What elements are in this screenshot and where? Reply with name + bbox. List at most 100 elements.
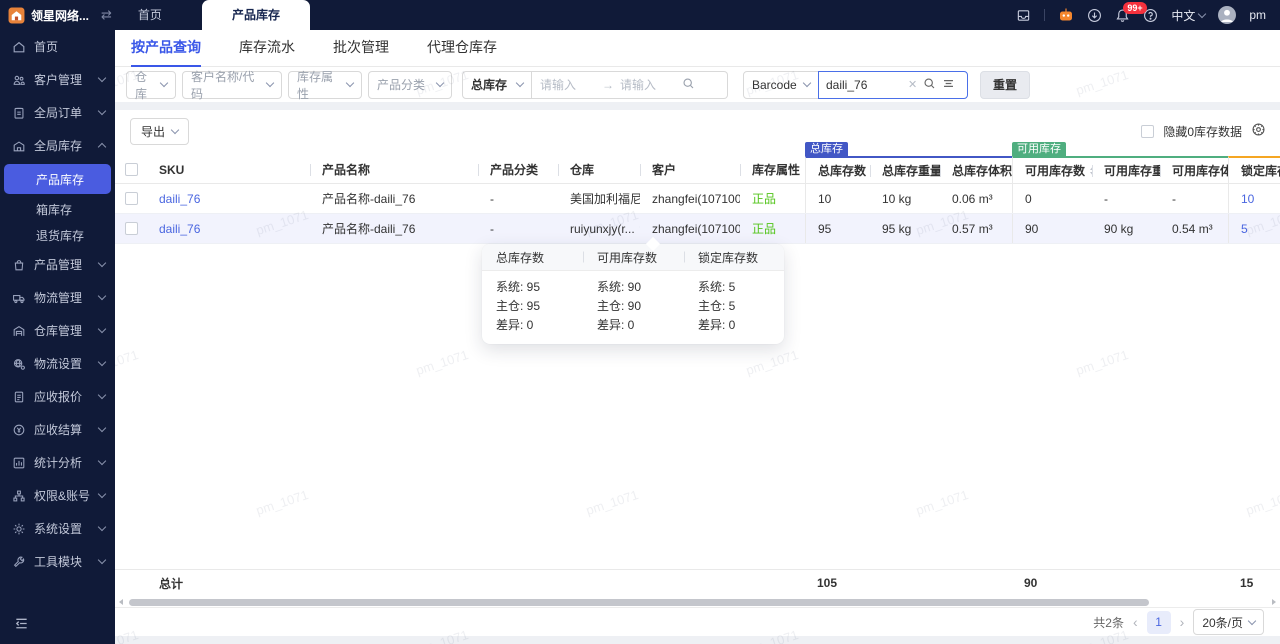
product-category-select[interactable]: 产品分类 (368, 70, 452, 99)
sidebar-item-statistics[interactable]: 统计分析 (0, 446, 115, 479)
topbar-divider (1044, 9, 1046, 21)
page-size-select[interactable]: 20条/页 (1193, 609, 1264, 635)
warehouse-expand-cell[interactable]: ruiyunxjy(r... (558, 214, 640, 243)
row-checkbox[interactable] (124, 192, 138, 205)
download-center-icon[interactable] (1087, 8, 1102, 23)
brand[interactable]: 领星网络... (0, 7, 89, 24)
sidebar-item-global-inventory[interactable]: 全局库存 (0, 129, 115, 162)
sidebar-item-permissions-accounts[interactable]: 权限&账号 (0, 479, 115, 512)
sku-link[interactable]: daili_76 (147, 214, 310, 243)
sidebar-item-customer-management[interactable]: 客户管理 (0, 63, 115, 96)
topbar-tab-product-inventory[interactable]: 产品库存 (201, 0, 310, 30)
chevron-down-icon (435, 78, 445, 88)
quantity-type-select[interactable]: 总库存 (462, 70, 532, 99)
pagination-total: 共2条 (1093, 615, 1124, 630)
sidebar-item-system-settings[interactable]: 系统设置 (0, 512, 115, 545)
select-all-checkbox[interactable] (124, 163, 138, 176)
sidebar-item-product-management[interactable]: 产品管理 (0, 248, 115, 281)
scroll-left-icon[interactable] (119, 599, 123, 605)
sidebar-item-receivable-quotation[interactable]: 应收报价 (0, 380, 115, 413)
pagination: 共2条 ‹ 1 › 20条/页 (115, 607, 1280, 636)
chevron-up-icon (97, 142, 107, 152)
table-row[interactable]: daili_76 产品名称-daili_76 - ruiyunxjy(r... … (115, 214, 1280, 244)
col-attr[interactable]: 库存属性 (740, 156, 805, 183)
sidebar-item-tool-modules[interactable]: 工具模块 (0, 545, 115, 578)
search-type-select[interactable]: Barcode (743, 70, 819, 99)
page-number-button[interactable]: 1 (1146, 610, 1171, 634)
col-total-qty[interactable]: 总库存数 (805, 156, 870, 183)
workbench-icon[interactable] (1016, 8, 1031, 23)
sidebar-item-logistics-settings[interactable]: 物流设置 (0, 347, 115, 380)
export-button[interactable]: 导出 (130, 118, 190, 145)
chevron-down-icon (97, 291, 107, 301)
sidebar-item-warehouse-management[interactable]: 仓库管理 (0, 314, 115, 347)
chevron-down-icon (97, 456, 107, 466)
customer-select[interactable]: 客户名称/代码 (182, 70, 282, 101)
sitemap-icon (12, 489, 26, 503)
tab-agent-warehouse-inventory[interactable]: 代理仓库存 (427, 30, 497, 67)
sidebar-collapse-icon[interactable] (14, 616, 29, 634)
summary-row: 总计 105 90 15 (115, 569, 1280, 596)
table-toolbar-right: 隐藏0库存数据 (1141, 122, 1266, 140)
col-locked-qty[interactable]: 锁定库存数 (1228, 156, 1280, 183)
total-inventory-group-badge: 总库存 (805, 142, 848, 156)
locked-qty-link[interactable]: 5 (1228, 214, 1280, 243)
switch-account-icon[interactable]: ⇄ (101, 7, 112, 23)
warehouse-select[interactable]: 仓库 (126, 70, 176, 101)
col-available-qty[interactable]: 可用库存数 (1012, 156, 1092, 183)
advanced-filter-icon[interactable] (942, 77, 955, 93)
tab-inventory-flow[interactable]: 库存流水 (239, 30, 295, 67)
language-switcher[interactable]: 中文 (1171, 7, 1207, 24)
sidebar-item-home[interactable]: 首页 (0, 30, 115, 63)
sidebar-subitem-return-inventory[interactable]: 退货库存 (0, 222, 115, 248)
chevron-down-icon (515, 78, 525, 88)
quantity-max-input[interactable] (620, 77, 676, 92)
col-total-weight[interactable]: 总库存重量 (870, 156, 940, 183)
locked-qty-link[interactable]: 10 (1228, 184, 1280, 213)
col-sku[interactable]: SKU (147, 156, 310, 183)
inventory-attribute-select[interactable]: 库存属性 (288, 70, 362, 101)
prev-page-icon[interactable]: ‹ (1133, 614, 1138, 630)
horizontal-scrollbar[interactable] (115, 598, 1280, 607)
col-available-weight[interactable]: 可用库存重... (1092, 156, 1160, 183)
reset-button[interactable]: 重置 (980, 70, 1031, 99)
col-category[interactable]: 产品分类 (478, 156, 558, 183)
col-warehouse[interactable]: 仓库 (558, 156, 640, 183)
scroll-right-icon[interactable] (1272, 599, 1276, 605)
hide-zero-checkbox[interactable] (1141, 124, 1155, 138)
col-customer[interactable]: 客户 (640, 156, 740, 183)
row-checkbox[interactable] (124, 222, 138, 235)
keyword-search-input[interactable] (826, 77, 902, 92)
notifications-bell-icon[interactable]: 99+ (1115, 1, 1147, 23)
quantity-min-input[interactable] (540, 77, 596, 92)
main-content: 按产品查询 库存流水 批次管理 代理仓库存 仓库 客户名称/代码 库存属性 产品… (115, 30, 1280, 644)
column-settings-icon[interactable] (1251, 122, 1266, 140)
tab-query-by-product[interactable]: 按产品查询 (131, 30, 201, 67)
tab-batch-management[interactable]: 批次管理 (333, 30, 389, 67)
sidebar-item-logistics-management[interactable]: 物流管理 (0, 281, 115, 314)
next-page-icon[interactable]: › (1180, 614, 1185, 630)
col-available-volume[interactable]: 可用库存体... (1160, 156, 1228, 183)
col-total-volume[interactable]: 总库存体积 (940, 156, 1012, 183)
range-search-icon[interactable] (682, 77, 695, 93)
scrollbar-thumb[interactable] (129, 599, 1149, 606)
sidebar-item-receivable-settlement[interactable]: 应收结算 (0, 413, 115, 446)
app-window: 领星网络... ⇄ 首页 产品库存 99+ 中文 pm 首页 客户管理 全局订单… (0, 0, 1280, 644)
chevron-down-icon (97, 423, 107, 433)
sku-link[interactable]: daili_76 (147, 184, 310, 213)
filter-row: 仓库 客户名称/代码 库存属性 产品分类 总库存 → Barcode (115, 67, 1280, 102)
topbar-tab-home[interactable]: 首页 (122, 0, 178, 30)
assistant-robot-icon[interactable] (1058, 7, 1074, 23)
sidebar-item-global-orders[interactable]: 全局订单 (0, 96, 115, 129)
table-header: SKU 产品名称 产品分类 仓库 客户 库存属性 总库存数 总库存重量 总库存体… (115, 156, 1280, 184)
table-row[interactable]: daili_76 产品名称-daili_76 - 美国加利福尼... zhang… (115, 184, 1280, 214)
col-product-name[interactable]: 产品名称 (310, 156, 478, 183)
sidebar: 首页 客户管理 全局订单 全局库存 产品库存 箱库存 退货库存 产品管理 物流管… (0, 30, 115, 644)
sidebar-subitem-box-inventory[interactable]: 箱库存 (0, 196, 115, 222)
avatar[interactable] (1218, 6, 1237, 24)
search-icon[interactable] (923, 77, 936, 93)
hide-zero-label: 隐藏0库存数据 (1163, 124, 1242, 139)
topbar: 领星网络... ⇄ 首页 产品库存 99+ 中文 pm (0, 0, 1280, 30)
clear-icon[interactable]: ✕ (908, 78, 917, 91)
sidebar-subitem-product-inventory[interactable]: 产品库存 (4, 164, 111, 194)
